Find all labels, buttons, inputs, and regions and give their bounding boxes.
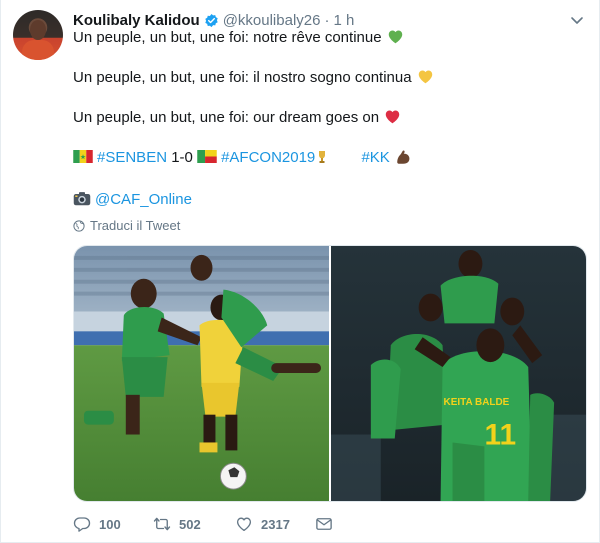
tweet-line-4: #SENBEN 1-0 #AFCON2019 #KK bbox=[73, 148, 413, 168]
senegal-flag-icon bbox=[73, 150, 93, 163]
translate-tweet-link[interactable]: Traduci il Tweet bbox=[73, 218, 180, 233]
tweet-line-1-text: Un peuple, un but, une foi: notre rêve c… bbox=[73, 29, 382, 46]
author-handle[interactable]: @kkoulibaly26 bbox=[223, 12, 321, 29]
trophy-icon bbox=[319, 151, 326, 163]
avatar-head bbox=[30, 20, 46, 40]
chevron-down-icon[interactable] bbox=[569, 12, 585, 28]
heart-icon bbox=[236, 517, 252, 532]
tweet-line-2: Un peuple, un but, une foi: il nostro so… bbox=[73, 68, 434, 88]
tweet-card[interactable]: Koulibaly Kalidou @kkoulibaly26 · 1 h Un… bbox=[0, 0, 600, 543]
jersey-number-text: 11 bbox=[485, 418, 517, 451]
envelope-icon bbox=[316, 518, 332, 530]
author-avatar[interactable] bbox=[13, 10, 63, 60]
red-heart-icon bbox=[385, 110, 400, 124]
green-heart-icon bbox=[388, 30, 402, 44]
tweet-line-2-text: Un peuple, un but, une foi: il nostro so… bbox=[73, 69, 412, 86]
flexed-biceps-icon bbox=[397, 150, 410, 164]
photo-right-image: KEITA BALDE 11 bbox=[331, 246, 586, 501]
mention-caf-online-link[interactable]: @CAF_Online bbox=[95, 191, 192, 208]
photo-right[interactable]: KEITA BALDE 11 bbox=[331, 246, 586, 501]
tweet-timestamp[interactable]: 1 h bbox=[333, 12, 354, 29]
benin-flag-icon bbox=[197, 150, 217, 163]
hashtag-afcon2019-link[interactable]: #AFCON2019 bbox=[221, 149, 315, 166]
reply-count: 100 bbox=[99, 516, 121, 532]
tweet-line-1: Un peuple, un but, une foi: notre rêve c… bbox=[73, 28, 404, 48]
translate-label: Traduci il Tweet bbox=[90, 218, 181, 233]
reply-button[interactable]: 100 bbox=[73, 515, 153, 533]
retweet-button[interactable]: 502 bbox=[153, 515, 235, 533]
camera-icon bbox=[73, 192, 91, 206]
tweet-line-3-text: Un peuple, un but, une foi: our dream go… bbox=[73, 109, 380, 126]
retweet-count: 502 bbox=[179, 516, 201, 532]
globe-icon bbox=[73, 219, 85, 232]
tweet-line-5: @CAF_Online bbox=[73, 190, 192, 210]
tweet-line-3: Un peuple, un but, une foi: our dream go… bbox=[73, 108, 401, 128]
retweet-icon bbox=[153, 517, 171, 531]
hashtag-senben-link[interactable]: #SENBEN bbox=[97, 149, 167, 166]
tweet-actions: 100 502 2317 bbox=[73, 514, 333, 534]
verified-badge-icon bbox=[205, 13, 218, 27]
avatar-shirt bbox=[22, 40, 54, 60]
hashtag-kk-link[interactable]: #KK bbox=[361, 149, 389, 166]
yellow-heart-icon bbox=[418, 70, 432, 84]
match-score: 1-0 bbox=[171, 149, 193, 166]
reply-icon bbox=[73, 517, 91, 532]
author-name[interactable]: Koulibaly Kalidou bbox=[73, 12, 200, 29]
jersey-name-text: KEITA BALDE bbox=[444, 397, 510, 408]
meta-separator: · bbox=[324, 11, 330, 29]
direct-message-button[interactable] bbox=[315, 515, 333, 533]
media-gallery: KEITA BALDE 11 bbox=[73, 245, 587, 502]
photo-left-image bbox=[74, 246, 329, 501]
tweet-header: Koulibaly Kalidou @kkoulibaly26 · 1 h bbox=[73, 10, 354, 30]
like-count: 2317 bbox=[261, 516, 290, 532]
photo-left[interactable] bbox=[74, 246, 329, 501]
like-button[interactable]: 2317 bbox=[235, 515, 315, 533]
